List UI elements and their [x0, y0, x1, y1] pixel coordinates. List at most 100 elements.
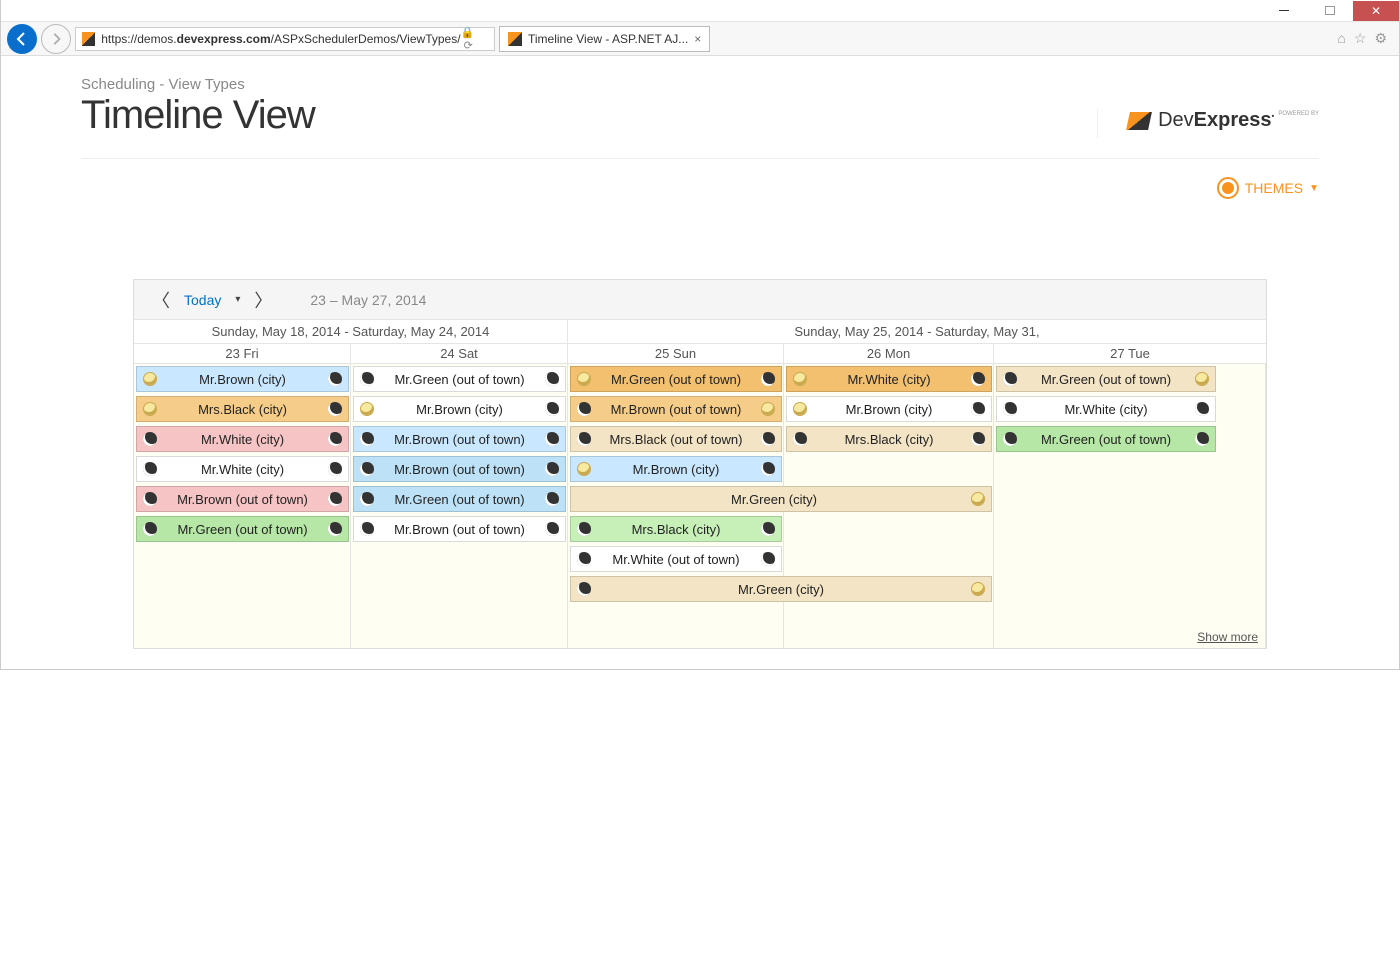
appointment-label: Mr.Green (out of town) [1017, 372, 1195, 387]
appointment[interactable]: Mr.White (city) [136, 456, 349, 482]
appointment[interactable]: Mrs.Black (city) [136, 396, 349, 422]
tab-close-icon[interactable]: × [694, 32, 701, 46]
address-bar: https://demos.devexpress.com/ASPxSchedul… [1, 22, 1399, 56]
appointment[interactable]: Mr.Green (out of town) [353, 366, 566, 392]
scheduler: 〈 Today ▾ 〉 23 – May 27, 2014 Sunday, Ma… [133, 279, 1267, 649]
appointment-label: Mr.Brown (out of town) [591, 402, 761, 417]
day-header[interactable]: 25 Sun [568, 344, 784, 363]
appointment[interactable]: Mr.Brown (out of town) [136, 486, 349, 512]
appointment[interactable]: Mr.White (city) [786, 366, 992, 392]
appointment[interactable]: Mr.Brown (city) [353, 396, 566, 422]
appointment-label: Mr.Brown (city) [591, 462, 761, 477]
appointment[interactable]: Mr.Green (out of town) [136, 516, 349, 542]
next-button[interactable]: 〉 [254, 287, 272, 313]
clock-icon [793, 432, 807, 446]
appointment[interactable]: Mr.Brown (out of town) [353, 426, 566, 452]
appointment[interactable]: Mr.Green (out of town) [996, 426, 1216, 452]
appointment[interactable]: Mr.White (out of town) [570, 546, 782, 572]
maximize-button[interactable] [1307, 6, 1353, 15]
minimize-button[interactable] [1261, 1, 1307, 21]
clock-icon [1195, 402, 1209, 416]
favicon-icon [82, 32, 95, 46]
appointment-label: Mr.Brown (out of town) [374, 462, 545, 477]
themes-dropdown[interactable]: THEMES ▼ [1217, 177, 1319, 199]
clock-icon [971, 492, 985, 506]
appointment[interactable]: Mr.White (city) [996, 396, 1216, 422]
favorites-icon[interactable]: ☆ [1354, 30, 1367, 47]
today-dropdown-icon[interactable]: ▾ [235, 294, 240, 305]
logo: DevExpress• POWERED BY [1097, 109, 1319, 138]
appointment[interactable]: Mr.Green (city) [570, 576, 992, 602]
browser-tab[interactable]: Timeline View - ASP.NET AJ... × [499, 26, 710, 52]
appointment-label: Mr.Brown (city) [157, 372, 328, 387]
day-header[interactable]: 26 Mon [784, 344, 994, 363]
appointment[interactable]: Mr.Brown (city) [786, 396, 992, 422]
url-field[interactable]: https://demos.devexpress.com/ASPxSchedul… [75, 27, 495, 51]
clock-icon [793, 402, 807, 416]
appointment[interactable]: Mr.Brown (out of town) [353, 516, 566, 542]
today-button[interactable]: Today [184, 292, 221, 308]
clock-icon [1003, 432, 1017, 446]
appointment-label: Mr.Brown (out of town) [374, 522, 545, 537]
clock-icon [545, 432, 559, 446]
scheduler-grid[interactable]: Mr.Brown (city)Mr.Green (out of town)Mr.… [134, 364, 1266, 648]
forward-button[interactable] [41, 24, 71, 54]
appointment[interactable]: Mr.Brown (out of town) [353, 456, 566, 482]
appointment[interactable]: Mrs.Black (out of town) [570, 426, 782, 452]
page-title: Timeline View [81, 93, 315, 138]
day-header[interactable]: 24 Sat [351, 344, 568, 363]
day-header[interactable]: 23 Fri [134, 344, 351, 363]
appointment-label: Mr.Brown (out of town) [157, 492, 328, 507]
appointment-label: Mrs.Black (city) [591, 522, 761, 537]
appointment[interactable]: Mr.Brown (city) [136, 366, 349, 392]
clock-icon [328, 492, 342, 506]
appointment[interactable]: Mr.White (city) [136, 426, 349, 452]
clock-icon [143, 462, 157, 476]
day-header[interactable]: 27 Tue [994, 344, 1266, 363]
clock-icon [971, 402, 985, 416]
appointment[interactable]: Mrs.Black (city) [786, 426, 992, 452]
appointment[interactable]: Mr.Green (city) [570, 486, 992, 512]
clock-icon [360, 432, 374, 446]
clock-icon [1003, 372, 1017, 386]
day-header-row: 23 Fri 24 Sat 25 Sun 26 Mon 27 Tue [134, 344, 1266, 364]
appointment[interactable]: Mr.Green (out of town) [996, 366, 1216, 392]
prev-button[interactable]: 〈 [152, 287, 170, 313]
appointment-label: Mr.White (city) [157, 432, 328, 447]
clock-icon [577, 582, 591, 596]
appointment-label: Mr.Green (city) [591, 582, 971, 597]
appointment-label: Mr.Green (out of town) [1017, 432, 1195, 447]
appointment[interactable]: Mr.Green (out of town) [353, 486, 566, 512]
appointment[interactable]: Mr.Green (out of town) [570, 366, 782, 392]
clock-icon [328, 402, 342, 416]
clock-icon [545, 492, 559, 506]
clock-icon [971, 432, 985, 446]
appointment-label: Mr.White (out of town) [591, 552, 761, 567]
close-button[interactable]: ✕ [1353, 1, 1399, 21]
clock-icon [793, 372, 807, 386]
appointment-label: Mr.White (city) [1017, 402, 1195, 417]
appointment-label: Mr.Green (city) [577, 492, 971, 507]
clock-icon [360, 462, 374, 476]
date-range: 23 – May 27, 2014 [310, 292, 426, 308]
logo-icon [1126, 112, 1152, 130]
clock-icon [971, 372, 985, 386]
clock-icon [328, 432, 342, 446]
back-button[interactable] [7, 24, 37, 54]
appointment[interactable]: Mr.Brown (out of town) [570, 396, 782, 422]
home-icon[interactable]: ⌂ [1337, 30, 1345, 47]
clock-icon [577, 462, 591, 476]
clock-icon [761, 522, 775, 536]
clock-icon [360, 522, 374, 536]
clock-icon [143, 492, 157, 506]
clock-icon [577, 402, 591, 416]
theme-icon [1217, 177, 1239, 199]
show-more-link[interactable]: Show more [1197, 630, 1258, 644]
clock-icon [328, 462, 342, 476]
appointment-label: Mrs.Black (city) [157, 402, 328, 417]
settings-gear-icon[interactable]: ⚙ [1374, 30, 1387, 47]
clock-icon [761, 372, 775, 386]
appointment[interactable]: Mr.Brown (city) [570, 456, 782, 482]
clock-icon [360, 402, 374, 416]
appointment[interactable]: Mrs.Black (city) [570, 516, 782, 542]
